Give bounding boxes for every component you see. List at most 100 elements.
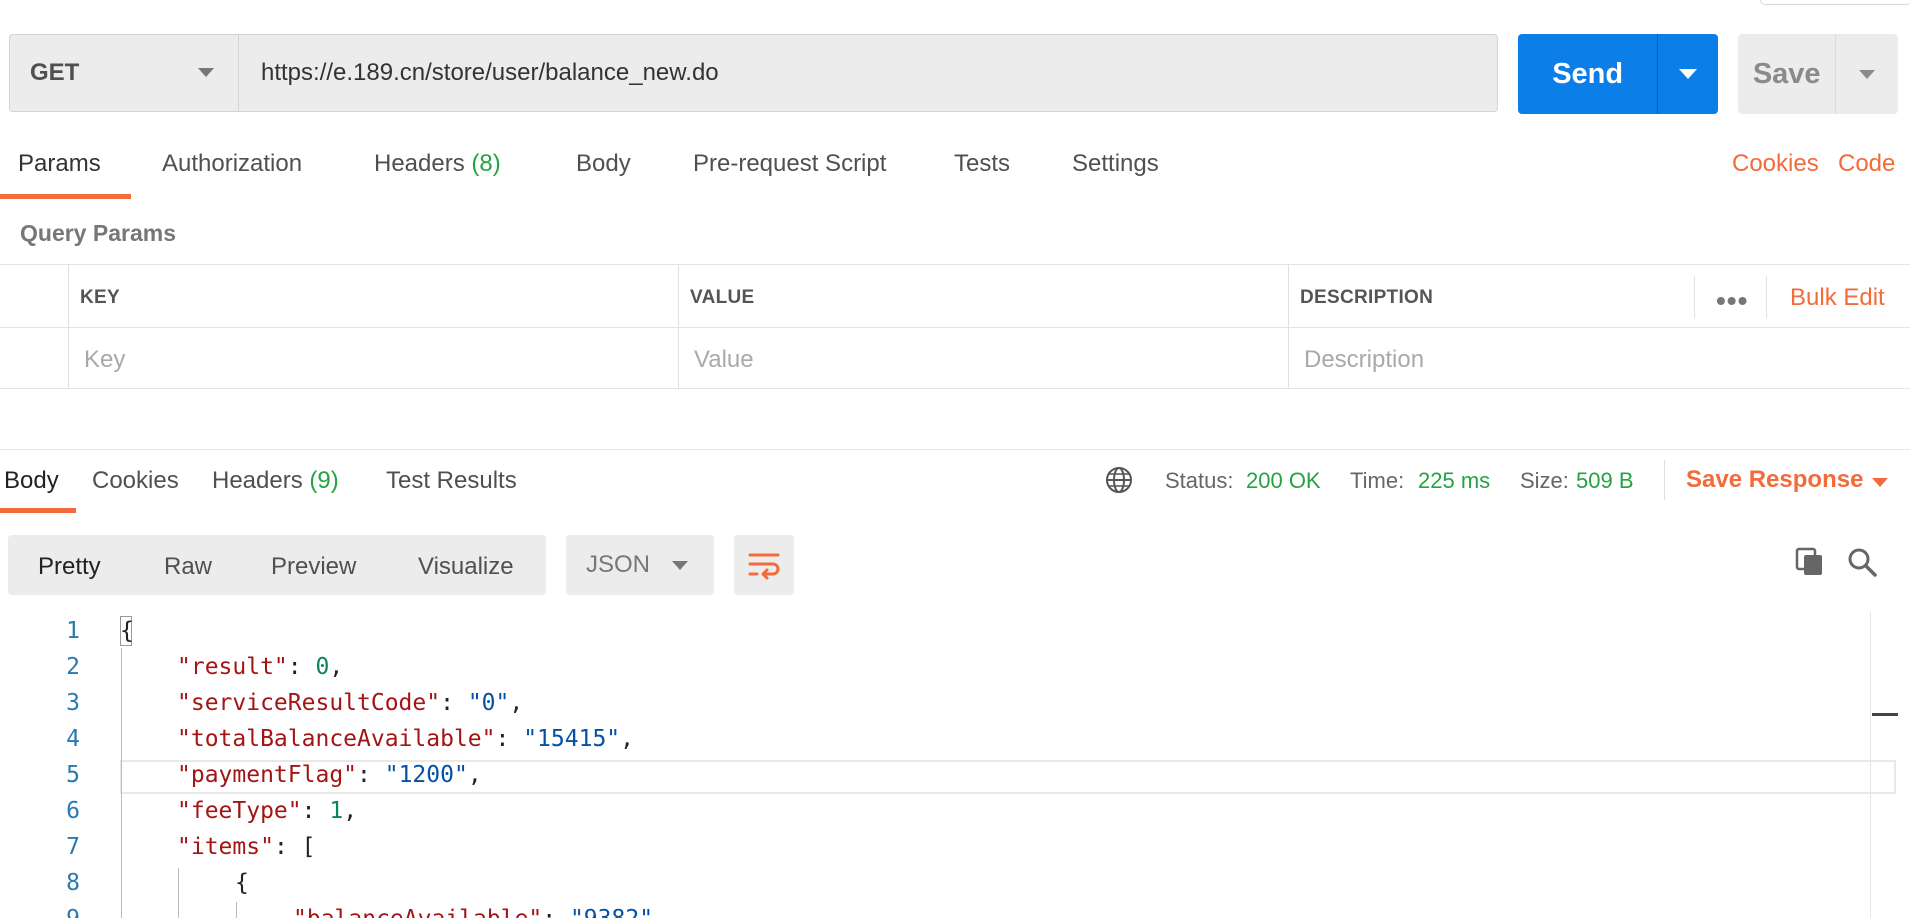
code-line: "feeType": 1, — [177, 798, 357, 824]
save-options-button[interactable] — [1835, 34, 1898, 114]
response-tab-test-results[interactable]: Test Results — [386, 467, 517, 495]
scrollbar-marker — [1872, 713, 1898, 716]
code-token: { — [235, 870, 249, 896]
tab-headers-count: (8) — [471, 150, 501, 177]
window-corner — [1760, 0, 1910, 5]
tab-tests[interactable]: Tests — [954, 150, 1010, 178]
key-input[interactable]: Key — [84, 346, 125, 374]
code-token: , — [343, 798, 358, 824]
code-line: "items": [ — [177, 834, 316, 860]
line-number: 9 — [0, 906, 80, 918]
line-number: 2 — [66, 654, 80, 680]
url-input[interactable]: https://e.189.cn/store/user/balance_new.… — [238, 34, 1498, 112]
copy-icon[interactable] — [1794, 546, 1826, 578]
column-header-description: DESCRIPTION — [1300, 287, 1434, 308]
json-number: 0 — [315, 654, 330, 680]
indent-guide — [236, 902, 237, 918]
time-label: Time: — [1350, 468, 1405, 493]
response-tab-cookies[interactable]: Cookies — [92, 467, 179, 495]
code-token: : — [440, 690, 468, 716]
code-token: : — [301, 798, 330, 824]
code-token: { — [120, 618, 134, 644]
code-token: : — [273, 834, 302, 860]
chevron-down-icon[interactable] — [1872, 478, 1888, 487]
code-line: "totalBalanceAvailable": "15415", — [177, 726, 634, 752]
response-tab-headers-label: Headers — [212, 467, 303, 494]
tab-settings[interactable]: Settings — [1072, 150, 1159, 178]
size-label: Size: — [1520, 468, 1569, 493]
search-icon[interactable] — [1846, 546, 1878, 578]
indent-guide — [178, 868, 179, 918]
view-visualize[interactable]: Visualize — [418, 553, 514, 581]
active-tab-indicator — [0, 194, 131, 199]
status-value: 200 OK — [1246, 468, 1321, 493]
column-divider — [678, 264, 679, 389]
view-raw[interactable]: Raw — [164, 553, 212, 581]
json-key: "balanceAvailable" — [293, 906, 542, 918]
json-string: "0" — [467, 690, 510, 716]
json-key: "feeType" — [177, 798, 302, 824]
chevron-down-icon — [198, 68, 214, 77]
tab-authorization[interactable]: Authorization — [162, 150, 302, 178]
query-params-title: Query Params — [20, 220, 176, 246]
response-body-editor[interactable]: 1 2 3 4 5 6 7 8 9 { "result": 0, "servic… — [0, 612, 1910, 918]
more-dots-icon[interactable]: ••• — [1716, 285, 1748, 317]
tab-pre-request-script[interactable]: Pre-request Script — [693, 150, 886, 178]
active-response-tab-indicator — [0, 508, 76, 513]
column-divider — [68, 264, 69, 389]
json-string: "15415" — [523, 726, 621, 752]
meta-divider — [1664, 460, 1665, 500]
json-string: "9382" — [570, 906, 653, 918]
table-top-border — [0, 264, 1910, 265]
line-number: 3 — [66, 690, 80, 716]
json-key: "serviceResultCode" — [177, 690, 441, 716]
language-select[interactable]: JSON — [566, 535, 714, 595]
bulk-edit-link[interactable]: Bulk Edit — [1790, 284, 1885, 312]
method-select[interactable]: GET — [9, 34, 239, 112]
code-link[interactable]: Code — [1838, 150, 1895, 178]
code-line: "result": 0, — [177, 654, 343, 680]
json-number: 1 — [329, 798, 344, 824]
send-options-button[interactable] — [1657, 34, 1718, 114]
json-key: "totalBalanceAvailable" — [177, 726, 496, 752]
tab-headers-label: Headers — [374, 150, 465, 177]
editor-scrollbar[interactable] — [1870, 612, 1910, 918]
view-pretty[interactable]: Pretty — [38, 553, 101, 581]
send-button[interactable]: Send — [1518, 34, 1718, 114]
column-divider — [1766, 276, 1767, 318]
wrap-lines-button[interactable] — [734, 535, 794, 595]
tab-headers[interactable]: Headers (8) — [374, 150, 501, 178]
json-key: "items" — [177, 834, 274, 860]
code-line: "paymentFlag": "1200", — [177, 762, 482, 788]
cookies-link[interactable]: Cookies — [1732, 150, 1819, 178]
tab-params[interactable]: Params — [18, 150, 101, 178]
json-string: "1200" — [384, 762, 468, 788]
code-token: , — [329, 654, 344, 680]
chevron-down-icon — [672, 561, 688, 570]
code-line: { — [120, 618, 134, 644]
method-value: GET — [30, 59, 80, 86]
tab-body[interactable]: Body — [576, 150, 631, 178]
code-token: [ — [301, 834, 316, 860]
column-divider — [1288, 264, 1289, 389]
wrap-lines-icon — [748, 553, 780, 580]
save-label: Save — [1752, 57, 1821, 90]
response-tab-headers[interactable]: Headers (9) — [212, 467, 339, 495]
globe-icon[interactable] — [1105, 466, 1133, 494]
save-button[interactable]: Save — [1738, 34, 1898, 114]
line-number: 8 — [66, 870, 80, 896]
table-bottom-border — [0, 388, 1910, 389]
description-input[interactable]: Description — [1304, 346, 1424, 374]
chevron-down-icon — [1859, 69, 1876, 79]
send-label: Send — [1552, 57, 1624, 90]
status-label: Status: — [1165, 468, 1234, 493]
table-header-border — [0, 327, 1910, 328]
view-preview[interactable]: Preview — [271, 553, 356, 581]
code-token: , — [467, 762, 482, 788]
line-number: 6 — [66, 798, 80, 824]
value-input[interactable]: Value — [694, 346, 754, 374]
save-response-button[interactable]: Save Response — [1686, 466, 1863, 494]
size-value: 509 B — [1576, 468, 1634, 493]
response-tab-body[interactable]: Body — [4, 467, 59, 495]
line-number: 5 — [66, 762, 80, 788]
